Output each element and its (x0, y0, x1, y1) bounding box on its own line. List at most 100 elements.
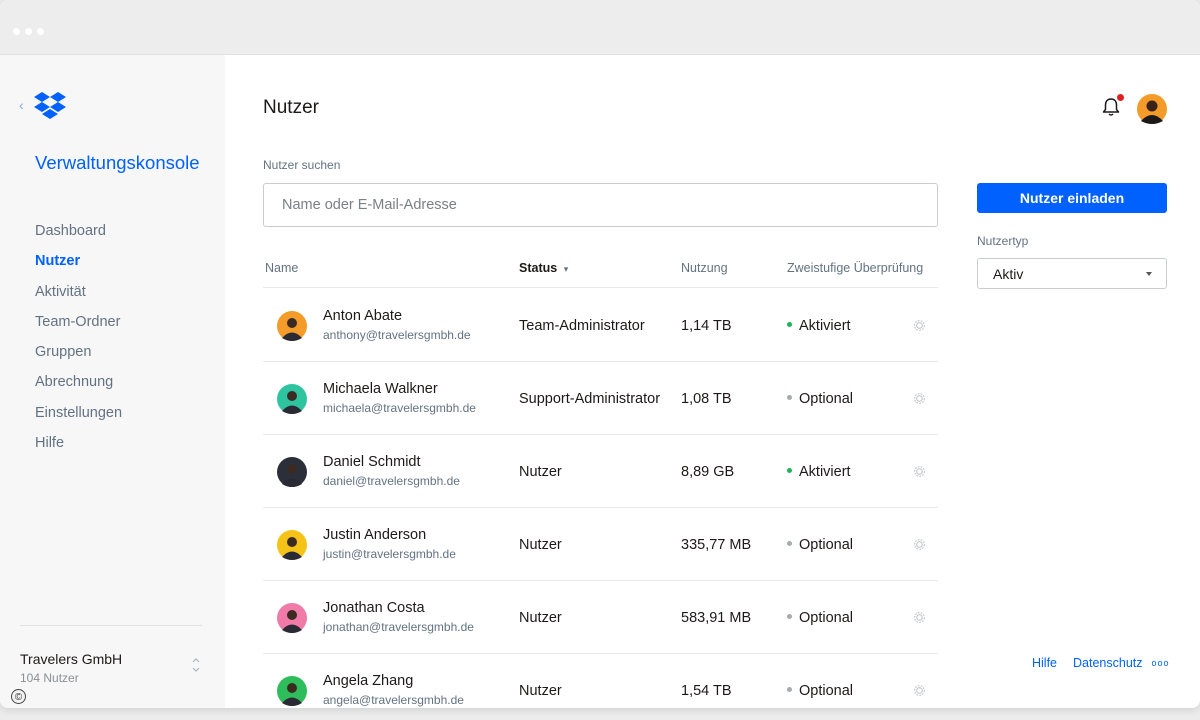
user-type-value: Aktiv (993, 266, 1024, 282)
two-step-status-label: Optional (799, 683, 854, 699)
user-avatar[interactable] (277, 676, 307, 706)
user-role: Nutzer (519, 464, 562, 480)
window-dot-icon[interactable] (25, 28, 32, 35)
user-usage: 8,89 GB (681, 464, 735, 480)
user-avatar[interactable] (277, 384, 307, 414)
sidebar-item-einstellungen[interactable]: Einstellungen (35, 403, 122, 433)
table-row[interactable]: Justin Anderson justin@travelersgmbh.de Nu… (263, 507, 938, 581)
user-type-label: Nutzertyp (977, 234, 1029, 248)
user-avatar[interactable] (1137, 94, 1167, 124)
status-dot-icon (787, 321, 792, 327)
sidebar-item-aktivitaet[interactable]: Aktivität (35, 282, 122, 312)
footer-privacy-link[interactable]: Datenschutz (1073, 656, 1142, 670)
page-title: Nutzer (263, 97, 319, 118)
window-dot-icon[interactable] (13, 28, 20, 35)
console-title[interactable]: Verwaltungskonsole (35, 152, 200, 174)
team-switcher-icon[interactable] (191, 655, 201, 675)
two-step-status-label: Aktiviert (799, 464, 851, 480)
copyright-icon: © (11, 689, 26, 704)
user-name[interactable]: Jonathan Costa (323, 600, 425, 616)
table-row[interactable]: Jonathan Costa jonathan@travelersgmbh.de N… (263, 580, 938, 654)
user-name[interactable]: Angela Zhang (323, 673, 413, 689)
sidebar-nav: Dashboard Nutzer Aktivität Team-Ordner G… (35, 221, 122, 463)
gear-icon[interactable] (912, 464, 927, 479)
window-controls[interactable] (13, 28, 44, 35)
window-dot-icon[interactable] (37, 28, 44, 35)
user-role: Support-Administrator (519, 391, 661, 407)
column-header-usage[interactable]: Nutzung (681, 261, 728, 275)
sidebar: ‹ Verwaltungskonsole Dashboard Nutzer Ak… (0, 55, 225, 708)
user-avatar[interactable] (277, 603, 307, 633)
user-email: anthony@travelersgmbh.de (323, 328, 471, 342)
more-options-icon[interactable]: ooo (1152, 658, 1170, 668)
user-usage: 583,91 MB (681, 610, 752, 626)
two-step-status-label: Aktiviert (799, 318, 851, 334)
sidebar-item-hilfe[interactable]: Hilfe (35, 433, 122, 463)
sort-caret-icon: ▾ (563, 264, 569, 274)
user-usage: 1,14 TB (681, 318, 732, 334)
two-step-status: Optional (787, 683, 853, 699)
user-email: daniel@travelersgmbh.de (323, 474, 460, 488)
sidebar-item-gruppen[interactable]: Gruppen (35, 342, 122, 372)
user-name[interactable]: Anton Abate (323, 308, 402, 324)
table-row[interactable]: Daniel Schmidt daniel@travelersgmbh.de Nut… (263, 434, 938, 508)
table-row[interactable]: Angela Zhang angela@travelersgmbh.de Nutze… (263, 653, 938, 708)
sidebar-divider (20, 625, 202, 626)
user-name[interactable]: Michaela Walkner (323, 381, 438, 397)
gear-icon[interactable] (912, 610, 927, 625)
column-header-name[interactable]: Name (265, 261, 298, 275)
gear-icon[interactable] (912, 537, 927, 552)
sidebar-item-abrechnung[interactable]: Abrechnung (35, 372, 122, 402)
app-window: ‹ Verwaltungskonsole Dashboard Nutzer Ak… (0, 0, 1200, 708)
title-bar (0, 0, 1200, 55)
user-role: Nutzer (519, 610, 562, 626)
user-email: justin@travelersgmbh.de (323, 547, 456, 561)
user-usage: 1,54 TB (681, 683, 732, 699)
user-avatar[interactable] (277, 311, 307, 341)
user-usage: 1,08 TB (681, 391, 732, 407)
user-avatar[interactable] (277, 530, 307, 560)
sidebar-item-dashboard[interactable]: Dashboard (35, 221, 122, 251)
invite-users-button[interactable]: Nutzer einladen (977, 183, 1167, 213)
user-email: angela@travelersgmbh.de (323, 693, 464, 707)
two-step-status: Aktiviert (787, 464, 851, 480)
table-row[interactable]: Anton Abate anthony@travelersgmbh.de Team-… (263, 288, 938, 362)
user-role: Nutzer (519, 683, 562, 699)
back-chevron-icon[interactable]: ‹ (19, 97, 24, 113)
two-step-status-label: Optional (799, 391, 854, 407)
two-step-status-label: Optional (799, 610, 854, 626)
status-dot-icon (787, 613, 792, 619)
status-dot-icon (787, 467, 792, 473)
sidebar-item-team-ordner[interactable]: Team-Ordner (35, 312, 122, 342)
gear-icon[interactable] (912, 318, 927, 333)
column-header-status-label: Status (519, 261, 558, 275)
gear-icon[interactable] (912, 391, 927, 406)
user-email: michaela@travelersgmbh.de (323, 401, 476, 415)
user-role: Nutzer (519, 537, 562, 553)
search-input[interactable] (263, 183, 938, 227)
user-role: Team-Administrator (519, 318, 645, 334)
user-avatar[interactable] (277, 457, 307, 487)
two-step-status: Aktiviert (787, 318, 851, 334)
dropdown-caret-icon (1146, 272, 1152, 276)
table-row[interactable]: Michaela Walkner michaela@travelersgmbh.d… (263, 361, 938, 435)
user-name[interactable]: Daniel Schmidt (323, 454, 421, 470)
status-dot-icon (787, 394, 792, 400)
footer-links: Hilfe Datenschutz ooo (1032, 656, 1170, 670)
status-dot-icon (787, 540, 792, 546)
two-step-status-label: Optional (799, 537, 854, 553)
user-email: jonathan@travelersgmbh.de (323, 620, 474, 634)
team-name[interactable]: Travelers GmbH (20, 651, 122, 667)
gear-icon[interactable] (912, 683, 927, 698)
sidebar-item-nutzer[interactable]: Nutzer (35, 251, 122, 281)
notification-badge (1117, 94, 1124, 101)
dropbox-logo-icon[interactable] (34, 91, 66, 121)
user-type-select[interactable]: Aktiv (977, 258, 1167, 289)
user-name[interactable]: Justin Anderson (323, 527, 426, 543)
user-usage: 335,77 MB (681, 537, 752, 553)
column-header-status[interactable]: Status ▾ (519, 261, 568, 275)
two-step-status: Optional (787, 391, 853, 407)
footer-help-link[interactable]: Hilfe (1032, 656, 1057, 670)
search-label: Nutzer suchen (263, 158, 341, 172)
column-header-2fa[interactable]: Zweistufige Überprüfung (787, 261, 923, 275)
